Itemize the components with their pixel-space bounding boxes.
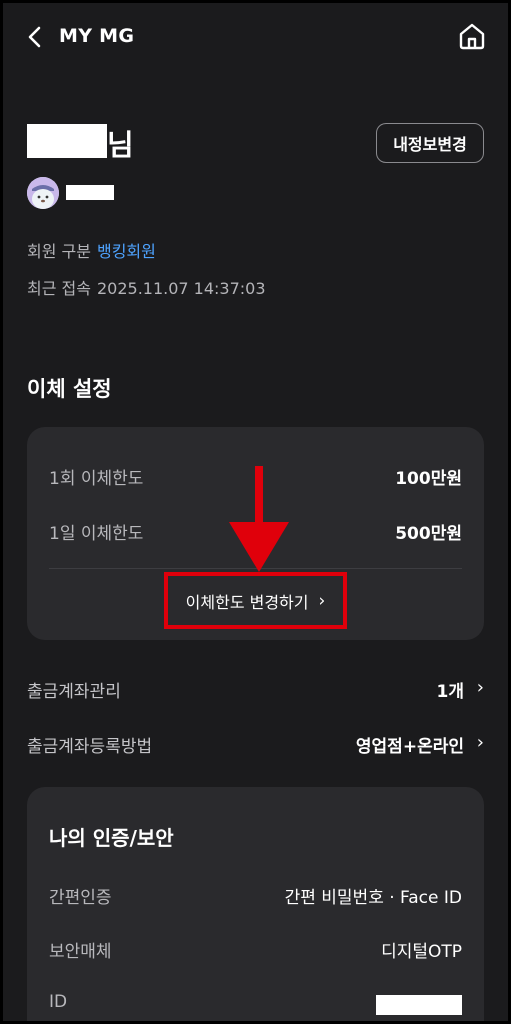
home-icon: [459, 23, 485, 50]
security-media-row: 보안매체 디지털OTP: [49, 937, 462, 962]
member-type-value: 뱅킹회원: [96, 242, 156, 261]
registration-method-label: 출금계좌등록방법: [27, 737, 153, 757]
per-transaction-limit-value: 100만원: [395, 469, 462, 489]
member-type-label: 회원 구분: [27, 242, 91, 261]
down-arrow-icon: [229, 466, 289, 572]
per-transaction-limit-label: 1회 이체한도: [49, 469, 144, 489]
transfer-settings-title: 이체 설정: [27, 377, 112, 401]
simple-auth-value: 간편 비밀번호 · Face ID: [284, 888, 462, 908]
security-media-value: 디지털OTP: [381, 942, 462, 962]
withdrawal-account-row[interactable]: 출금계좌관리 1개 ›: [27, 677, 484, 705]
last-login-label: 최근 접속: [27, 279, 91, 298]
security-title: 나의 인증/보안: [49, 826, 174, 850]
simple-auth-row: 간편인증 간편 비밀번호 · Face ID: [49, 883, 462, 908]
my-mg-screen: MY MG 님 내정보변경 회원 구분 뱅킹회원 최근 접속 2025.11.07 …: [3, 3, 508, 1021]
change-transfer-limit-label: 이체한도 변경하기: [185, 592, 309, 612]
back-button[interactable]: [23, 25, 47, 49]
security-media-label: 보안매체: [49, 942, 112, 962]
redacted-id: [376, 995, 462, 1015]
withdrawal-account-value: 1개: [436, 682, 464, 702]
avatar: [27, 177, 59, 209]
chevron-right-icon: ›: [476, 677, 484, 698]
member-type-row: 회원 구분 뱅킹회원: [27, 238, 156, 262]
chevron-left-icon: [28, 26, 41, 48]
simple-auth-label: 간편인증: [49, 888, 112, 908]
redacted-name: [27, 124, 107, 158]
home-button[interactable]: [457, 21, 487, 51]
top-header: MY MG: [3, 3, 508, 73]
security-card: 나의 인증/보안 간편인증 간편 비밀번호 · Face ID 보안매체 디지털…: [27, 787, 484, 1021]
id-row: ID: [49, 992, 462, 1016]
edit-profile-button[interactable]: 내정보변경: [376, 123, 484, 163]
chevron-right-icon: ›: [476, 732, 484, 753]
redacted-nickname: [66, 185, 114, 200]
chevron-right-icon: ›: [318, 590, 326, 611]
registration-method-row[interactable]: 출금계좌등록방법 영업점+온라인 ›: [27, 732, 484, 760]
character-avatar-icon: [27, 177, 59, 209]
registration-method-value: 영업점+온라인: [355, 737, 464, 757]
withdrawal-account-label: 출금계좌관리: [27, 682, 121, 702]
change-transfer-limit-button[interactable]: 이체한도 변경하기 ›: [170, 577, 341, 624]
last-login-value: 2025.11.07 14:37:03: [96, 279, 266, 298]
name-suffix: 님: [107, 128, 134, 162]
daily-limit-value: 500만원: [395, 524, 462, 544]
last-login-row: 최근 접속 2025.11.07 14:37:03: [27, 275, 266, 299]
daily-limit-label: 1일 이체한도: [49, 524, 144, 544]
id-label: ID: [49, 992, 68, 1012]
page-title: MY MG: [59, 25, 135, 47]
